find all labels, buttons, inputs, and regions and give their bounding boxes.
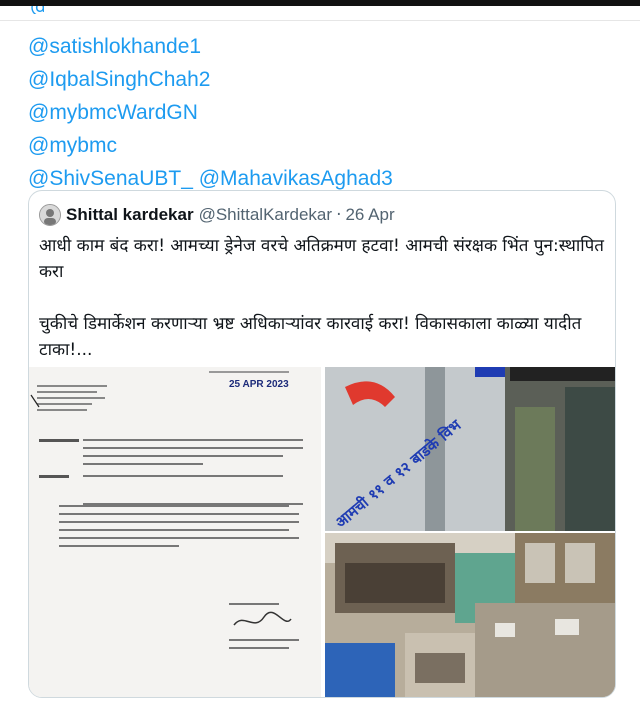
quoted-post-header: Shittal kardekar @ShittalKardekar · 26 A… bbox=[39, 203, 395, 227]
avatar[interactable] bbox=[39, 204, 61, 226]
building-photo[interactable] bbox=[325, 533, 615, 697]
mention-link[interactable]: @IqbalSinghChah2 bbox=[28, 63, 393, 96]
wall-photo[interactable]: आमची ११ व १२ बाडके विभ bbox=[325, 367, 615, 531]
author-name[interactable]: Shittal kardekar bbox=[66, 205, 194, 225]
mention-link[interactable]: @satishlokhande1 bbox=[28, 30, 393, 63]
avatar-image bbox=[40, 205, 60, 225]
post-text-paragraph: आधी काम बंद करा! आमच्या ड्रेनेज वरचे अति… bbox=[39, 236, 604, 282]
document-scan bbox=[29, 367, 321, 697]
media-grid[interactable]: 25 APR 2023 आमची ११ व १२ बाडके विभ bbox=[29, 367, 615, 697]
mention-link[interactable]: @mybmc bbox=[28, 129, 393, 162]
document-stamp-date: 25 APR 2023 bbox=[229, 379, 289, 390]
author-handle[interactable]: @ShittalKardekar bbox=[199, 205, 333, 225]
quoted-post-text: आधी काम बंद करा! आमच्या ड्रेनेज वरचे अति… bbox=[39, 233, 604, 363]
clipped-previous-text: @ bbox=[30, 6, 44, 14]
divider bbox=[0, 20, 640, 21]
top-status-bar bbox=[0, 0, 640, 6]
post-date[interactable]: 26 Apr bbox=[345, 205, 394, 225]
post-text-paragraph: चुकीचे डिमार्केशन करणाऱ्या भ्रष्ट अधिकाऱ… bbox=[39, 314, 582, 360]
mention-link[interactable]: @mybmcWardGN bbox=[28, 96, 393, 129]
quoted-post-card[interactable]: Shittal kardekar @ShittalKardekar · 26 A… bbox=[28, 190, 616, 698]
separator-dot: · bbox=[336, 205, 342, 225]
document-image[interactable]: 25 APR 2023 bbox=[29, 367, 323, 697]
mention-list: @satishlokhande1 @IqbalSinghChah2 @mybmc… bbox=[28, 30, 393, 195]
building-photo-image bbox=[325, 533, 615, 697]
